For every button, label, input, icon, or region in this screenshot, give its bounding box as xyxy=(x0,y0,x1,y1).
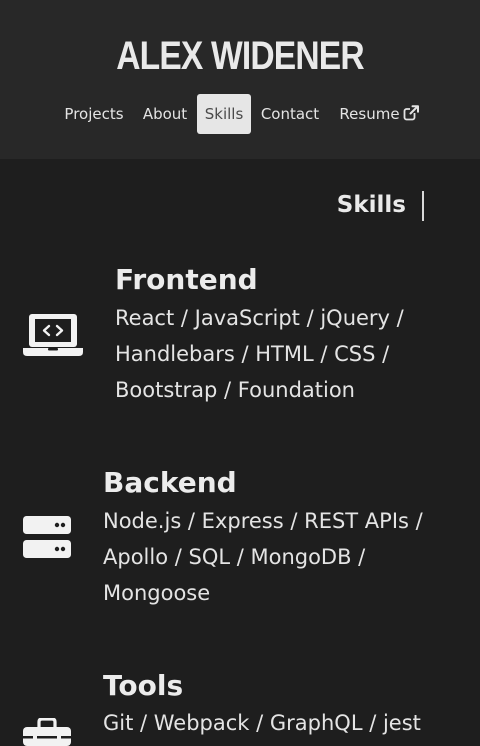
skill-heading: Backend xyxy=(103,466,237,499)
nav-projects[interactable]: Projects xyxy=(58,94,130,134)
laptop-code-icon xyxy=(23,314,83,356)
site-title[interactable]: ALEX WIDENER xyxy=(38,30,441,82)
toolbox-icon xyxy=(23,718,71,746)
section-title-block: Skills xyxy=(300,189,424,223)
server-icon xyxy=(23,516,71,558)
skill-list-line: Git / Webpack / GraphQL / jest xyxy=(103,711,421,735)
skill-tools: Tools Git / Webpack / GraphQL / jest xyxy=(0,668,480,746)
skill-list-line: Handlebars / HTML / CSS / xyxy=(115,342,390,366)
main-nav: Projects About Skills Contact Resume xyxy=(0,94,480,134)
skill-list-line: Apollo / SQL / MongoDB / xyxy=(103,545,366,569)
skill-list-line: React / JavaScript / jQuery / xyxy=(115,306,404,330)
title-divider xyxy=(422,191,424,221)
nav-contact[interactable]: Contact xyxy=(255,94,325,134)
nav-resume-label: Resume xyxy=(339,105,400,123)
skill-list-line: Mongoose xyxy=(103,581,211,605)
external-link-icon xyxy=(403,105,419,121)
skill-frontend: Frontend React / JavaScript / jQuery / H… xyxy=(0,262,480,412)
nav-skills[interactable]: Skills xyxy=(197,94,251,134)
skill-heading: Tools xyxy=(103,669,184,702)
skill-list-line: Node.js / Express / REST APIs / xyxy=(103,509,423,533)
skill-list-line: Bootstrap / Foundation xyxy=(115,378,355,402)
nav-about[interactable]: About xyxy=(137,94,193,134)
skill-backend: Backend Node.js / Express / REST APIs / … xyxy=(0,465,480,615)
nav-resume[interactable]: Resume xyxy=(334,94,424,134)
skill-heading: Frontend xyxy=(115,263,258,296)
section-title: Skills xyxy=(336,192,406,218)
site-header: ALEX WIDENER Projects About Skills Conta… xyxy=(0,0,480,159)
